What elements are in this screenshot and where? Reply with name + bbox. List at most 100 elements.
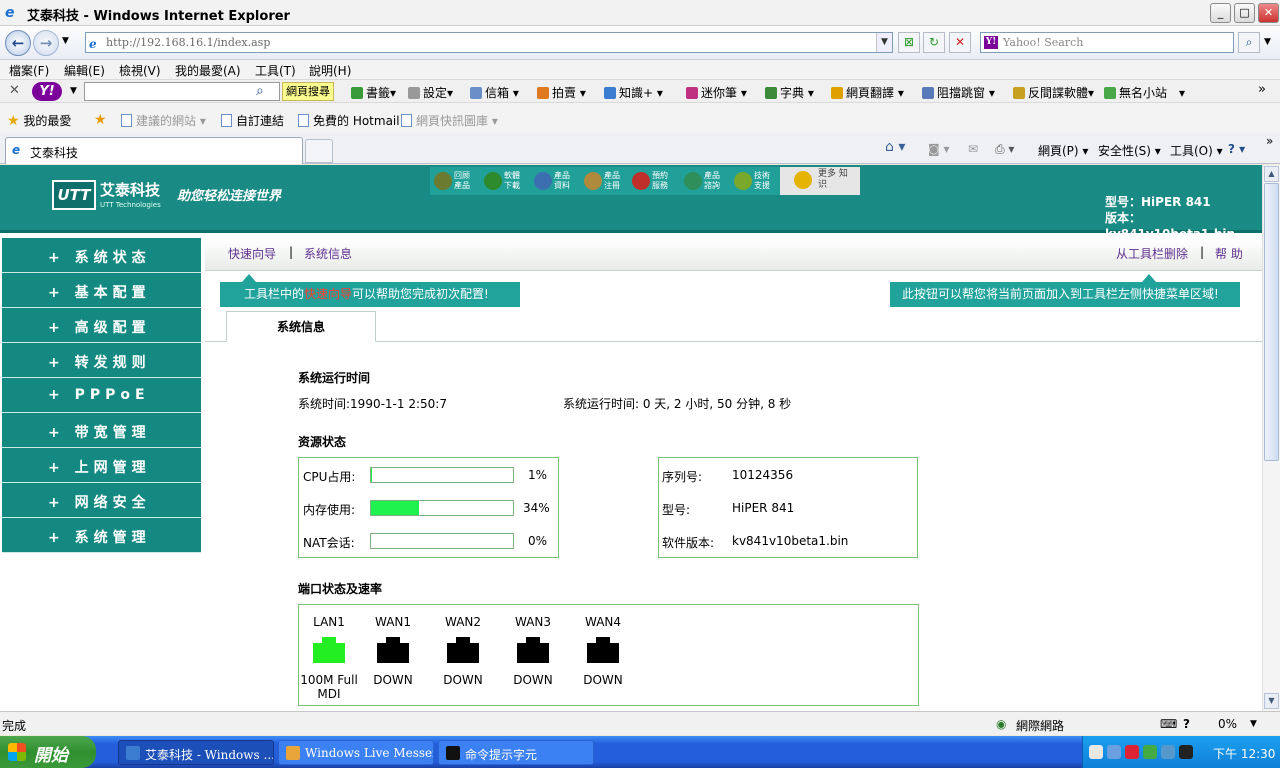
help-icon[interactable]: ? ▾	[1228, 142, 1245, 156]
safety-menu[interactable]: 安全性(S) ▾	[1098, 142, 1161, 159]
sidebar-item-system-mgmt[interactable]: + 系统管理	[2, 518, 201, 553]
zoom-dropdown-icon[interactable]: ▼	[1250, 719, 1257, 729]
help-status-icon: ?	[1183, 717, 1190, 731]
start-button[interactable]: 開始	[0, 736, 96, 768]
sidebar-item-advanced-config[interactable]: + 高级配置	[2, 308, 201, 343]
cpu-bar-fill	[371, 468, 372, 482]
more-knowledge-button[interactable]: 更多 知识	[780, 167, 860, 195]
task-ie[interactable]: 艾泰科技 - Windows ...	[118, 740, 274, 765]
yahoo-auction[interactable]: 拍賣 ▾	[537, 84, 586, 101]
sidebar-item-system-status[interactable]: + 系统状态	[2, 238, 201, 273]
add-favorites-icon[interactable]: ★	[94, 112, 107, 128]
yahoo-dictionary[interactable]: 字典 ▾	[765, 84, 814, 101]
memory-bar-fill	[371, 501, 419, 515]
history-dropdown-icon[interactable]: ▼	[62, 36, 69, 46]
download-icon	[484, 172, 502, 190]
chevron-more-icon[interactable]: »	[1258, 82, 1266, 97]
yahoo-antispyware[interactable]: 反間諜軟體▾	[1013, 84, 1094, 101]
close-button[interactable]: ✕	[1258, 3, 1279, 23]
sidebar-item-internet-mgmt[interactable]: + 上网管理	[2, 448, 201, 483]
tray-arrow-icon[interactable]	[1089, 745, 1103, 759]
popup-blocker-icon	[922, 87, 934, 99]
yahoo-bookmarks[interactable]: 書籤▾	[351, 84, 396, 101]
tray-app-icon[interactable]	[1179, 745, 1193, 759]
page-scrollbar[interactable]: ▲ ▼	[1262, 165, 1280, 711]
scrollbar-thumb[interactable]	[1264, 183, 1279, 461]
pen-icon	[686, 87, 698, 99]
yahoo-wretch[interactable]: 無名小站 ▾	[1104, 84, 1185, 101]
task-cmd[interactable]: 命令提示字元	[438, 740, 594, 765]
close-toolbar-icon[interactable]: ✕	[9, 83, 20, 98]
tab-active[interactable]: e 艾泰科技	[5, 137, 303, 164]
sidebar-item-forwarding-rules[interactable]: + 转发规则	[2, 343, 201, 378]
yahoo-popup-blocker[interactable]: 阻擋跳窗 ▾	[922, 84, 995, 101]
zoom-level[interactable]: 0%	[1218, 717, 1237, 731]
minimize-button[interactable]: _	[1210, 3, 1231, 23]
webslice-gallery-link[interactable]: 網頁快訊圖庫 ▾	[401, 112, 498, 129]
yahoo-menu-icon[interactable]: ▼	[70, 86, 77, 96]
stop-icon[interactable]: ✕	[949, 32, 971, 53]
menu-help[interactable]: 說明(H)	[309, 62, 351, 79]
yahoo-search-button[interactable]: 網頁搜尋	[282, 82, 334, 101]
tools-menu[interactable]: 工具(O) ▾	[1170, 142, 1223, 159]
menu-edit[interactable]: 編輯(E)	[64, 62, 105, 79]
menu-tools[interactable]: 工具(T)	[255, 62, 296, 79]
yahoo-settings[interactable]: 設定▾	[408, 84, 453, 101]
yahoo-translate[interactable]: 網頁翻譯 ▾	[831, 84, 904, 101]
read-mail-icon[interactable]: ✉	[968, 142, 978, 156]
hotmail-link[interactable]: 免費的 Hotmail	[298, 112, 400, 129]
sidebar-item-pppoe[interactable]: + PPPoE	[2, 378, 201, 413]
custom-links-link[interactable]: 自訂連結	[221, 112, 284, 129]
address-input[interactable]: e http://192.168.16.1/index.asp ▼	[85, 32, 893, 53]
favorites-button[interactable]: ★ 我的最愛	[7, 112, 71, 129]
search-icon[interactable]: ⌕	[1238, 32, 1260, 53]
yahoo-knowledge[interactable]: 知識+ ▾	[604, 84, 663, 101]
model-field-label: 型号:	[662, 503, 691, 517]
serial-value: 10124356	[732, 468, 794, 482]
menu-favorites[interactable]: 我的最愛(A)	[175, 62, 241, 79]
help-link[interactable]: 帮 助	[1215, 245, 1243, 262]
menu-view[interactable]: 檢視(V)	[119, 62, 161, 79]
yahoo-minipen[interactable]: 迷你筆 ▾	[686, 84, 747, 101]
page-viewport: UTT 艾泰科技 UTT Technologies 助您轻松连接世界 回顾 產品…	[0, 165, 1262, 711]
brand-name: 艾泰科技	[100, 181, 161, 199]
compat-view-icon[interactable]: ⊠	[898, 32, 920, 53]
rss-feed-icon[interactable]: ◙ ▾	[928, 142, 949, 156]
yahoo-logo[interactable]: Y!	[32, 82, 62, 101]
port-status: DOWN	[513, 673, 553, 687]
suggested-sites-link[interactable]: 建議的網站 ▾	[121, 112, 206, 129]
print-icon[interactable]: ⎙ ▾	[995, 142, 1014, 157]
sidebar-item-basic-config[interactable]: + 基本配置	[2, 273, 201, 308]
security-icon[interactable]	[1125, 745, 1139, 759]
task-messenger[interactable]: Windows Live Messen...	[278, 740, 434, 765]
network-icon[interactable]	[1107, 745, 1121, 759]
new-tab-button[interactable]	[305, 139, 333, 163]
yahoo-mail[interactable]: 信箱 ▾	[470, 84, 519, 101]
quick-wizard-link[interactable]: 快速向导	[228, 245, 276, 262]
star-icon: ★	[7, 113, 20, 129]
search-options-icon[interactable]: ▼	[1264, 37, 1271, 47]
chevron-more-icon[interactable]: »	[1266, 134, 1273, 148]
port-jack-top	[386, 637, 400, 644]
sidebar-item-security[interactable]: + 网络安全	[2, 483, 201, 518]
page-menu[interactable]: 網頁(P) ▾	[1038, 142, 1088, 159]
maximize-button[interactable]: □	[1234, 3, 1255, 23]
home-icon[interactable]: ⌂ ▾	[885, 139, 905, 155]
address-dropdown-icon[interactable]: ▼	[876, 33, 892, 52]
sidebar-item-bandwidth[interactable]: + 带宽管理	[2, 413, 201, 448]
refresh-icon[interactable]: ↻	[923, 32, 945, 53]
system-info-link[interactable]: 系统信息	[304, 245, 352, 262]
scroll-up-icon[interactable]: ▲	[1264, 166, 1279, 182]
search-input[interactable]: Y! Yahoo! Search	[980, 32, 1234, 53]
remove-from-toolbar-link[interactable]: 从工具栏删除	[1116, 245, 1188, 262]
resource-usage-box: CPU占用: 1% 内存使用: 34% NAT会话: 0%	[298, 457, 559, 558]
forward-button[interactable]: →	[33, 30, 59, 56]
messenger-tray-icon[interactable]	[1143, 745, 1157, 759]
tab-system-info[interactable]: 系统信息	[226, 311, 376, 342]
back-button[interactable]: ←	[5, 30, 31, 56]
menu-file[interactable]: 檔案(F)	[9, 62, 49, 79]
device-info-box: 序列号: 10124356 型号: HiPER 841 软件版本: kv841v…	[658, 457, 918, 558]
yahoo-search-input[interactable]	[84, 82, 280, 101]
scroll-down-icon[interactable]: ▼	[1264, 693, 1279, 709]
volume-icon[interactable]	[1161, 745, 1175, 759]
